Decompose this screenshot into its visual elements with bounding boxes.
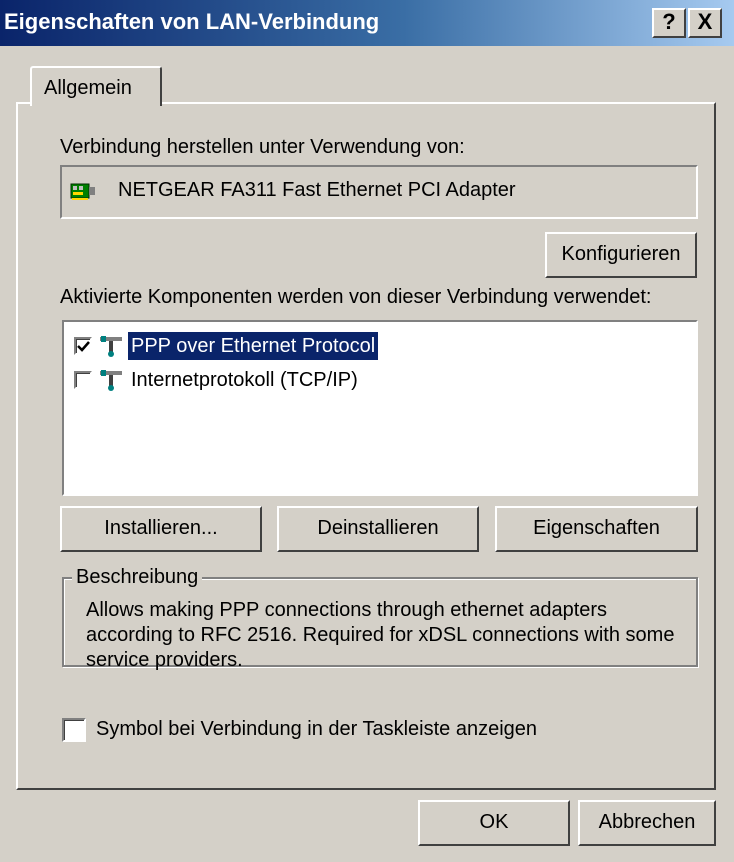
close-button[interactable]: X bbox=[688, 8, 722, 38]
network-card-icon bbox=[70, 181, 96, 201]
uninstall-button[interactable]: Deinstallieren bbox=[277, 506, 479, 552]
ok-button-label: OK bbox=[479, 811, 509, 833]
description-text: Allows making PPP connections through et… bbox=[86, 599, 675, 671]
component-checkbox[interactable] bbox=[74, 371, 92, 389]
connection-label: Verbindung herstellen unter Verwendung v… bbox=[60, 136, 465, 158]
window-title: Eigenschaften von LAN-Verbindung bbox=[4, 9, 380, 34]
description-legend: Beschreibung bbox=[72, 566, 203, 589]
protocol-icon bbox=[98, 368, 124, 392]
ok-button[interactable]: OK bbox=[418, 800, 570, 846]
components-list[interactable]: PPP over Ethernet Protocol Internetproto… bbox=[62, 320, 698, 496]
properties-button[interactable]: Eigenschaften bbox=[495, 506, 698, 552]
uninstall-button-label: Deinstallieren bbox=[317, 517, 439, 539]
component-checkbox[interactable] bbox=[74, 337, 92, 355]
component-label: Internetprotokoll (TCP/IP) bbox=[131, 369, 358, 391]
properties-button-label: Eigenschaften bbox=[533, 517, 660, 539]
taskbar-checkbox[interactable] bbox=[62, 718, 86, 742]
adapter-name: NETGEAR FA311 Fast Ethernet PCI Adapter bbox=[118, 179, 516, 201]
tab-label: Allgemein bbox=[44, 77, 132, 99]
tab-allgemein[interactable]: Allgemein bbox=[30, 66, 162, 106]
cancel-button[interactable]: Abbrechen bbox=[578, 800, 716, 846]
install-button-label: Installieren... bbox=[104, 517, 218, 539]
component-label: PPP over Ethernet Protocol bbox=[128, 332, 379, 360]
install-button[interactable]: Installieren... bbox=[60, 506, 262, 552]
cancel-button-label: Abbrechen bbox=[598, 811, 696, 833]
title-bar[interactable]: Eigenschaften von LAN-Verbindung ? X bbox=[0, 0, 734, 46]
configure-button[interactable]: Konfigurieren bbox=[545, 232, 697, 278]
configure-button-label: Konfigurieren bbox=[561, 243, 681, 265]
protocol-icon bbox=[98, 334, 124, 358]
help-button[interactable]: ? bbox=[652, 8, 686, 38]
list-item[interactable]: PPP over Ethernet Protocol bbox=[70, 332, 470, 362]
list-item[interactable]: Internetprotokoll (TCP/IP) bbox=[70, 366, 470, 396]
components-label: Aktivierte Komponenten werden von dieser… bbox=[60, 286, 652, 308]
adapter-field: NETGEAR FA311 Fast Ethernet PCI Adapter bbox=[60, 165, 698, 219]
taskbar-option-label[interactable]: Symbol bei Verbindung in der Taskleiste … bbox=[96, 718, 537, 741]
